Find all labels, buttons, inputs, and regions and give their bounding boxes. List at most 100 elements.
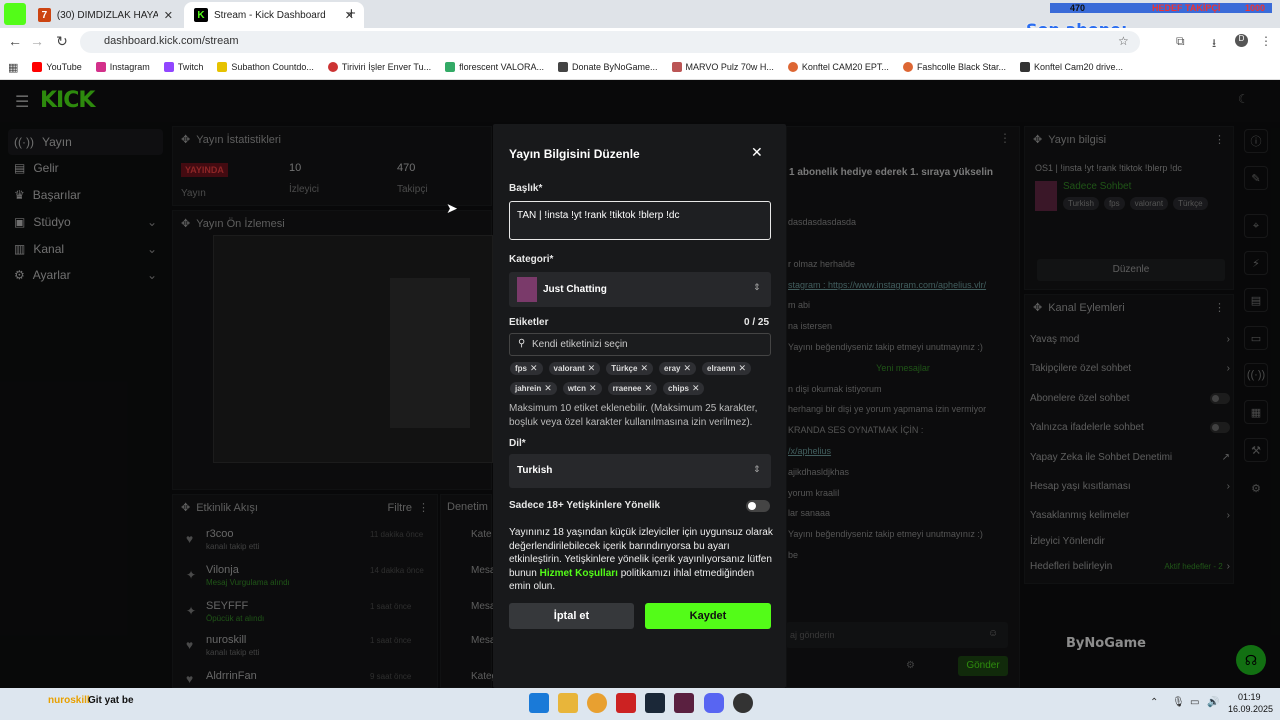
- remove-tag-icon[interactable]: ✕: [544, 383, 552, 394]
- follower-count: 470: [1070, 3, 1086, 13]
- instagram-icon: [95, 62, 106, 72]
- apps-icon[interactable]: ▦: [8, 61, 18, 74]
- app-icon[interactable]: [733, 693, 753, 713]
- tag-chip: rraenee ✕: [607, 382, 658, 395]
- tags-label: Etiketler: [509, 317, 549, 328]
- bookmarks-bar: ▦ YouTube Instagram Twitch Subathon Coun…: [0, 55, 1280, 80]
- terms-link[interactable]: Hizmet Koşulları: [540, 568, 618, 579]
- remove-tag-icon[interactable]: ✕: [683, 363, 691, 374]
- edit-stream-info-modal: Yayın Bilgisini Düzenle ✕ Başlık* TAN | …: [493, 124, 786, 688]
- close-icon[interactable]: ✕: [751, 144, 763, 161]
- bookmark-twitch[interactable]: Twitch: [163, 62, 203, 72]
- language-label: Dil*: [509, 438, 526, 449]
- bookmark-tiriviri[interactable]: Tiriviri İşler Enver Tu...: [327, 62, 431, 72]
- remove-tag-icon[interactable]: ✕: [589, 383, 597, 394]
- search-icon: ⚲: [518, 338, 526, 349]
- site-icon: [1019, 62, 1030, 72]
- follower-goal-bar: 470 HEDEF TAKİPÇİ 1000: [1050, 3, 1272, 13]
- category-thumbnail: [517, 277, 537, 302]
- language-value: Turkish: [517, 465, 553, 476]
- file-explorer-icon[interactable]: [558, 693, 578, 713]
- tag-label: jahrein: [515, 384, 542, 393]
- tags-input[interactable]: ⚲ Kendi etiketinizi seçin: [509, 333, 771, 356]
- remove-tag-icon[interactable]: ✕: [738, 363, 746, 374]
- site-icon: [902, 62, 913, 72]
- adult-label: Sadece 18+ Yetişkinlere Yönelik: [509, 500, 661, 511]
- overlay-chat-user: nuroskill: [48, 695, 90, 706]
- steam-icon[interactable]: [645, 693, 665, 713]
- windows-start-icon[interactable]: [529, 693, 549, 713]
- mic-icon[interactable]: 🎙: [1172, 697, 1185, 708]
- tag-chip: Türkçe ✕: [606, 362, 653, 375]
- menu-icon[interactable]: ⋮: [1260, 34, 1272, 48]
- address-bar-row: ← → ↻ dashboard.kick.com/stream ☆ ⧉ ⭳ D …: [0, 28, 1280, 55]
- remove-tag-icon[interactable]: ✕: [588, 363, 596, 374]
- tab-kick-dashboard[interactable]: K Stream - Kick Dashboard ✕: [184, 2, 364, 28]
- tag-chip: elraenn ✕: [702, 362, 752, 375]
- bookmark-donate[interactable]: Donate ByNoGame...: [557, 62, 658, 72]
- bookmark-florescent[interactable]: florescent VALORA...: [445, 62, 544, 72]
- bookmark-youtube[interactable]: YouTube: [32, 62, 82, 72]
- tag-label: rraenee: [612, 384, 642, 393]
- bookmark-label: florescent VALORA...: [459, 62, 544, 72]
- tab-youtube[interactable]: 7 (30) DIMDIZLAK HAYATTA KALI... ✕: [28, 2, 183, 28]
- bookmark-label: Konftel Cam20 drive...: [1033, 62, 1124, 72]
- tag-chip: valorant ✕: [548, 362, 601, 375]
- site-icon: [787, 62, 798, 72]
- tab-title: (30) DIMDIZLAK HAYATTA KALI...: [56, 9, 158, 21]
- cancel-button[interactable]: İptal et: [509, 603, 634, 629]
- adult-toggle[interactable]: [746, 500, 770, 512]
- forward-icon[interactable]: →: [28, 33, 46, 49]
- chevron-up-icon[interactable]: ⌃: [1150, 697, 1158, 708]
- follower-goal: 1000: [1245, 3, 1266, 13]
- select-arrows-icon: ⇕: [753, 282, 761, 292]
- network-icon[interactable]: ▭: [1190, 697, 1199, 708]
- modal-title: Yayın Bilgisini Düzenle: [509, 147, 640, 161]
- bookmark-instagram[interactable]: Instagram: [95, 62, 150, 72]
- tag-chip: jahrein ✕: [510, 382, 557, 395]
- title-input-value: TAN | !insta !yt !rank !tiktok !blerp !d…: [517, 210, 680, 221]
- toggle-knob: [748, 502, 756, 510]
- close-icon[interactable]: ✕: [164, 9, 173, 22]
- select-arrows-icon: ⇕: [753, 464, 761, 474]
- remove-tag-icon[interactable]: ✕: [644, 383, 652, 394]
- title-input[interactable]: TAN | !insta !yt !rank !tiktok !blerp !d…: [509, 201, 771, 240]
- remove-tag-icon[interactable]: ✕: [640, 363, 648, 374]
- bookmark-konftel-drive[interactable]: Konftel Cam20 drive...: [1019, 62, 1124, 72]
- tag-label: chips: [668, 384, 689, 393]
- bookmark-label: YouTube: [46, 62, 82, 72]
- tag-label: valorant: [553, 364, 585, 373]
- tags-help: Maksimum 10 etiket eklenebilir. (Maksimu…: [509, 403, 758, 428]
- bookmark-subathon[interactable]: Subathon Countdo...: [217, 62, 314, 72]
- chrome-icon[interactable]: [587, 693, 607, 713]
- bookmark-marvo[interactable]: MARVO Pulz 70w H...: [671, 62, 774, 72]
- bookmark-label: Donate ByNoGame...: [571, 62, 658, 72]
- tag-label: Türkçe: [611, 364, 638, 373]
- remove-tag-icon[interactable]: ✕: [530, 363, 538, 374]
- tag-chip: fps ✕: [510, 362, 543, 375]
- save-button[interactable]: Kaydet: [645, 603, 771, 629]
- bookmark-label: Instagram: [109, 62, 150, 72]
- star-icon[interactable]: ☆: [1118, 34, 1129, 48]
- category-select[interactable]: Just Chatting ⇕: [509, 272, 771, 307]
- language-select[interactable]: Turkish ⇕: [509, 454, 771, 488]
- extensions-icon[interactable]: ⧉: [1176, 34, 1185, 49]
- app-icon[interactable]: [674, 693, 694, 713]
- remove-tag-icon[interactable]: ✕: [692, 383, 700, 394]
- tag-chip: eray ✕: [659, 362, 697, 375]
- app-icon[interactable]: [616, 693, 636, 713]
- bookmark-fashcolle[interactable]: Fashcolle Black Star...: [902, 62, 1006, 72]
- kick-favicon-icon: K: [194, 8, 208, 22]
- profile-avatar[interactable]: D: [1235, 34, 1248, 47]
- downloads-icon[interactable]: ⭳: [1212, 34, 1216, 55]
- url-field[interactable]: dashboard.kick.com/stream: [80, 31, 1140, 53]
- tag-chip: wtcn ✕: [562, 382, 602, 395]
- tag-label: fps: [515, 364, 527, 373]
- new-tab-button[interactable]: +: [347, 5, 356, 22]
- bookmark-label: Konftel CAM20 EPT...: [801, 62, 889, 72]
- discord-icon[interactable]: [704, 693, 724, 713]
- volume-icon[interactable]: 🔊: [1207, 697, 1219, 708]
- back-icon[interactable]: ←: [6, 33, 24, 49]
- bookmark-konftel[interactable]: Konftel CAM20 EPT...: [787, 62, 889, 72]
- reload-icon[interactable]: ↻: [53, 33, 71, 50]
